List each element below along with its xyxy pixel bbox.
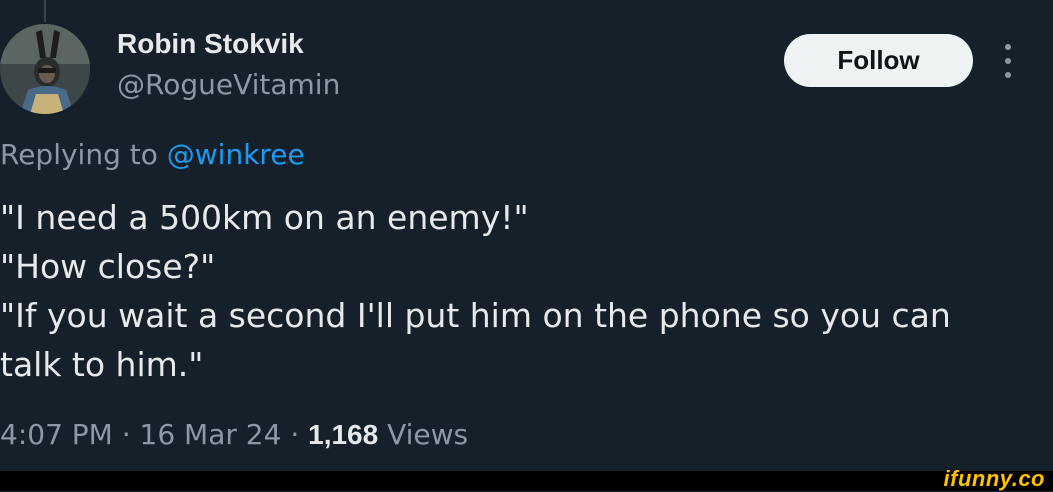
reply-prefix: Replying to — [0, 138, 167, 171]
more-dot — [1005, 72, 1011, 78]
tweet-line: talk to him." — [0, 345, 204, 384]
tweet-line: "I need a 500km on an enemy!" — [0, 198, 529, 237]
more-vertical-icon[interactable] — [996, 44, 1020, 78]
thread-line — [44, 0, 46, 22]
views-label: Views — [378, 418, 469, 451]
meta-separator: · — [281, 418, 309, 451]
more-dot — [1005, 44, 1011, 50]
watermark-bar — [0, 471, 1053, 491]
views-count: 1,168 — [308, 419, 379, 450]
reply-mention-link[interactable]: @winkree — [167, 138, 305, 171]
meta-separator: · — [112, 418, 140, 451]
author-name[interactable]: Robin Stokvik — [117, 28, 304, 60]
tweet-time[interactable]: 4:07 PM — [0, 418, 113, 451]
more-dot — [1005, 58, 1011, 64]
tweet-text: "I need a 500km on an enemy!" "How close… — [0, 193, 1040, 389]
avatar-image — [0, 24, 90, 114]
tweet-date[interactable]: 16 Mar 24 — [140, 418, 282, 451]
tweet-line: "If you wait a second I'll put him on th… — [0, 296, 951, 335]
follow-button[interactable]: Follow — [784, 34, 973, 87]
tweet-line: "How close?" — [0, 247, 216, 286]
avatar[interactable] — [0, 24, 90, 114]
tweet-meta: 4:07 PM · 16 Mar 24 · 1,168 Views — [0, 418, 468, 451]
watermark-logo: ifunny.co — [943, 466, 1045, 491]
author-handle[interactable]: @RogueVitamin — [117, 68, 340, 101]
reply-context: Replying to @winkree — [0, 138, 305, 171]
